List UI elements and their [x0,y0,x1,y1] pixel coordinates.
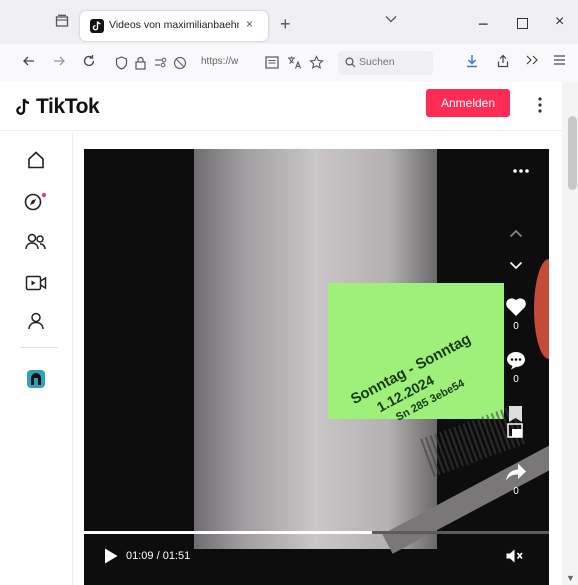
translate-icon[interactable] [287,55,302,70]
tab-list-icon[interactable] [55,14,69,28]
chevron-down-icon[interactable] [385,15,397,23]
profile-icon[interactable] [22,308,50,334]
scroll-down-arrow-icon[interactable]: ▼ [566,573,575,583]
tab-close-icon[interactable]: × [246,17,253,31]
download-icon[interactable] [465,54,479,68]
lock-icon[interactable] [135,56,146,70]
browser-nav-bar: https://w [0,44,578,83]
play-icon[interactable] [102,547,120,565]
tiktok-logo[interactable]: TikTok [15,95,100,119]
address-bar[interactable]: https://w [112,51,334,75]
autoplay-blocked-icon[interactable] [173,56,187,70]
comment-button[interactable]: 0 [503,350,529,385]
search-icon [345,57,356,68]
chevron-up-icon [509,229,523,238]
tiktok-favicon-icon [90,19,104,33]
comment-count: 0 [513,374,519,385]
video-progress-fill [84,531,373,534]
reload-icon[interactable] [82,54,96,68]
video-red-object [534,259,549,359]
sidebar-separator [20,347,58,348]
share-button[interactable]: 0 [503,462,529,497]
browser-tab[interactable]: Videos von maximilianbaehring × [80,11,268,41]
url-text[interactable]: https://w [201,56,239,67]
tiktok-header: TikTok Anmelden [0,82,562,131]
overflow-chevron-icon[interactable] [525,54,539,66]
mute-icon[interactable] [505,548,525,564]
share-icon[interactable] [496,54,510,68]
video-time-display: 01:09 / 01:51 [126,550,191,562]
hamburger-menu-icon[interactable] [553,54,566,66]
bookmark-star-icon[interactable] [309,55,324,70]
home-icon[interactable] [22,147,50,173]
scrollbar-thumb[interactable] [568,116,577,190]
chevron-down-icon [509,261,523,270]
maximize-button[interactable] [517,18,528,29]
sidebar-divider [72,133,73,585]
minimize-button[interactable]: − [478,14,489,35]
permissions-icon[interactable] [154,57,168,69]
login-button[interactable]: Anmelden [426,89,510,117]
comment-icon [505,350,527,370]
more-options-icon[interactable] [530,95,550,115]
video-player[interactable]: Sonntag - Sonntag 1.12.2024 Sn 285 3ebe5… [84,149,549,585]
forward-icon[interactable] [52,54,66,68]
save-button[interactable] [503,405,529,439]
tab-title: Videos von maximilianbaehring [109,19,239,31]
tiktok-wordmark: TikTok [36,95,100,118]
creator-avatar[interactable] [22,366,50,392]
like-count: 0 [513,321,519,332]
window-close-button[interactable]: × [555,13,564,31]
heart-icon [505,297,527,317]
tiktok-note-icon [15,97,32,117]
back-icon[interactable] [22,54,36,68]
new-tab-button[interactable]: + [280,14,291,35]
video-more-icon[interactable] [511,167,531,175]
live-icon[interactable] [22,270,50,296]
like-button[interactable]: 0 [503,297,529,332]
bookmark-icon [506,405,526,439]
share-count: 0 [513,486,519,497]
video-frame: Sonntag - Sonntag 1.12.2024 Sn 285 3ebe5… [194,149,549,554]
previous-video-button[interactable] [503,229,529,238]
shield-icon[interactable] [115,56,128,70]
price-label-sticker: Sonntag - Sonntag 1.12.2024 Sn 285 3ebe5… [328,283,504,424]
following-icon[interactable] [22,229,50,255]
browser-search-box[interactable] [338,51,433,75]
video-progress-bar[interactable] [84,531,549,534]
reader-view-icon[interactable] [265,56,279,69]
next-video-button[interactable] [503,261,529,270]
search-input[interactable] [359,56,429,68]
browser-title-bar: Videos von maximilianbaehring × + − × [0,0,578,44]
explore-icon[interactable] [22,188,50,214]
share-arrow-icon [505,462,527,482]
